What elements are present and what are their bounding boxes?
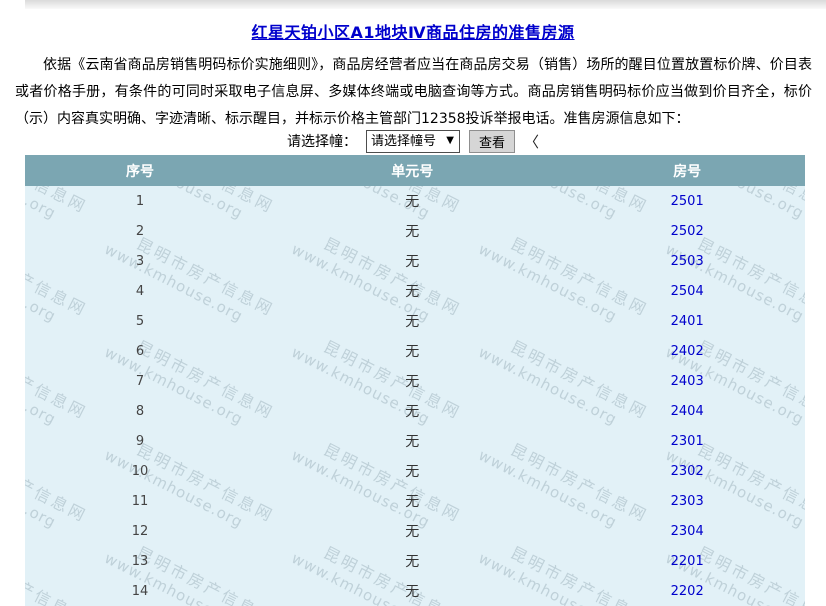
- table-row: 1无 2501: [25, 186, 805, 216]
- table-row: 5无 2401: [25, 306, 805, 336]
- unit-number-cell: 无: [255, 461, 569, 481]
- room-number-link[interactable]: 2303: [671, 494, 704, 509]
- room-number-cell: 2202: [569, 584, 805, 599]
- building-select[interactable]: 请选择幢号: [366, 130, 460, 153]
- selector-label: 请选择幢：: [287, 131, 357, 151]
- room-number-link[interactable]: 2501: [671, 194, 704, 209]
- header-room-number: 房号: [569, 161, 805, 181]
- row-number-cell: 9: [25, 434, 255, 449]
- unit-number-cell: 无: [255, 521, 569, 541]
- row-number-cell: 4: [25, 284, 255, 299]
- table-row: 6无 2402: [25, 336, 805, 366]
- unit-number-cell: 无: [255, 401, 569, 421]
- room-number-cell: 2201: [569, 554, 805, 569]
- row-number-cell: 13: [25, 554, 255, 569]
- table-row: 12无 2304: [25, 516, 805, 546]
- building-select-wrap: 请选择幢号 ▼: [366, 130, 460, 153]
- room-number-cell: 2302: [569, 464, 805, 479]
- row-number-cell: 12: [25, 524, 255, 539]
- table-row: 10无 2302: [25, 456, 805, 486]
- room-number-cell: 2502: [569, 224, 805, 239]
- table-row: 2无 2502: [25, 216, 805, 246]
- unit-number-cell: 无: [255, 221, 569, 241]
- room-number-link[interactable]: 2502: [671, 224, 704, 239]
- building-selector-row: 请选择幢： 请选择幢号 ▼ 查看 〈: [0, 129, 826, 153]
- room-number-link[interactable]: 2404: [671, 404, 704, 419]
- top-divider: [25, 0, 826, 9]
- room-number-link[interactable]: 2402: [671, 344, 704, 359]
- housing-table: 序号 单元号 房号 昆明市房产信息网www.kmhouse.org昆明市房产信息…: [25, 155, 805, 606]
- unit-number-cell: 无: [255, 491, 569, 511]
- unit-number-cell: 无: [255, 281, 569, 301]
- room-number-cell: 2504: [569, 284, 805, 299]
- room-number-cell: 2303: [569, 494, 805, 509]
- room-number-link[interactable]: 2401: [671, 314, 704, 329]
- unit-number-cell: 无: [255, 191, 569, 211]
- table-row: 14无 2202: [25, 576, 805, 606]
- unit-number-cell: 无: [255, 551, 569, 571]
- room-number-link[interactable]: 2403: [671, 374, 704, 389]
- row-number-cell: 1: [25, 194, 255, 209]
- row-number-cell: 14: [25, 584, 255, 599]
- title-row: 红星天铂小区A1地块Ⅳ商品住房的准售房源: [0, 19, 826, 43]
- unit-number-cell: 无: [255, 341, 569, 361]
- table-body: 昆明市房产信息网www.kmhouse.org昆明市房产信息网www.kmhou…: [25, 186, 805, 606]
- page-title-link[interactable]: 红星天铂小区A1地块Ⅳ商品住房的准售房源: [251, 23, 574, 42]
- row-number-cell: 10: [25, 464, 255, 479]
- room-number-link[interactable]: 2302: [671, 464, 704, 479]
- row-number-cell: 11: [25, 494, 255, 509]
- table-header-row: 序号 单元号 房号: [25, 155, 805, 186]
- unit-number-cell: 无: [255, 251, 569, 271]
- table-row: 13无 2201: [25, 546, 805, 576]
- room-number-link[interactable]: 2504: [671, 284, 704, 299]
- table-row: 8无 2404: [25, 396, 805, 426]
- row-number-cell: 8: [25, 404, 255, 419]
- header-serial-number: 序号: [25, 161, 255, 181]
- room-number-cell: 2501: [569, 194, 805, 209]
- row-number-cell: 2: [25, 224, 255, 239]
- table-row: 9无 2301: [25, 426, 805, 456]
- row-number-cell: 3: [25, 254, 255, 269]
- room-number-cell: 2404: [569, 404, 805, 419]
- collapse-chevron-icon[interactable]: 〈: [524, 131, 539, 152]
- table-row: 11无 2303: [25, 486, 805, 516]
- room-number-link[interactable]: 2503: [671, 254, 704, 269]
- room-number-link[interactable]: 2301: [671, 434, 704, 449]
- room-number-cell: 2402: [569, 344, 805, 359]
- room-number-link[interactable]: 2202: [671, 584, 704, 599]
- room-number-cell: 2401: [569, 314, 805, 329]
- unit-number-cell: 无: [255, 581, 569, 601]
- room-number-cell: 2304: [569, 524, 805, 539]
- row-number-cell: 5: [25, 314, 255, 329]
- view-button[interactable]: 查看: [469, 130, 515, 153]
- room-number-cell: 2503: [569, 254, 805, 269]
- room-number-link[interactable]: 2201: [671, 554, 704, 569]
- unit-number-cell: 无: [255, 431, 569, 451]
- table-row: 7无 2403: [25, 366, 805, 396]
- row-number-cell: 6: [25, 344, 255, 359]
- header-unit-number: 单元号: [255, 161, 569, 181]
- room-number-link[interactable]: 2304: [671, 524, 704, 539]
- row-number-cell: 7: [25, 374, 255, 389]
- room-number-cell: 2403: [569, 374, 805, 389]
- room-number-cell: 2301: [569, 434, 805, 449]
- table-row: 3无 2503: [25, 246, 805, 276]
- table-row: 4无 2504: [25, 276, 805, 306]
- intro-paragraph: 依据《云南省商品房销售明码标价实施细则》，商品房经营者应当在商品房交易（销售）场…: [15, 52, 812, 133]
- unit-number-cell: 无: [255, 371, 569, 391]
- unit-number-cell: 无: [255, 311, 569, 331]
